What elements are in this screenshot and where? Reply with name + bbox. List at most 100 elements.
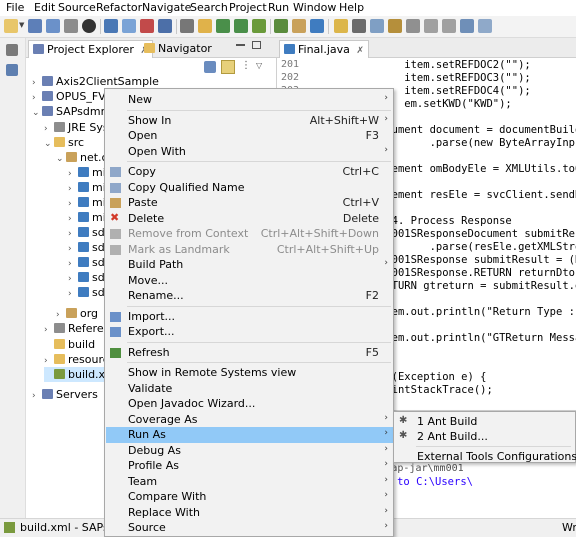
collapse-all-icon[interactable] — [204, 61, 216, 73]
expand-arrow-icon[interactable]: › — [32, 389, 42, 404]
print-icon[interactable] — [64, 19, 78, 33]
tree-item-java-file[interactable]: › sd — [68, 285, 105, 300]
tree-item-src[interactable]: ⌄ src — [44, 135, 84, 150]
menu-file[interactable]: File — [6, 1, 24, 14]
external-tools-icon[interactable] — [274, 19, 288, 33]
minimize-icon[interactable] — [236, 44, 245, 46]
chevron-down-icon[interactable]: ▼ — [19, 21, 24, 29]
menu-item-source[interactable]: Source › — [106, 520, 393, 536]
menu-item-import[interactable]: Import... — [106, 309, 393, 325]
tree-item-java-file[interactable]: › sd — [68, 270, 105, 285]
submenu-item-2-ant-build[interactable]: ✱ 2 Ant Build... — [395, 429, 576, 445]
save-all-icon[interactable] — [46, 19, 60, 33]
menu-item-rename[interactable]: Rename... F2 — [106, 288, 393, 304]
new-java-package-icon[interactable] — [292, 19, 306, 33]
menu-item-export[interactable]: Export... — [106, 324, 393, 340]
menu-item-build-path[interactable]: Build Path › — [106, 257, 393, 273]
perspective-icon[interactable] — [460, 19, 474, 33]
menu-item-open[interactable]: Open F3 — [106, 128, 393, 144]
expand-arrow-icon[interactable]: › — [44, 323, 54, 338]
tree-item-java-file[interactable]: › mi — [68, 210, 106, 225]
menu-item-paste[interactable]: Paste Ctrl+V — [106, 195, 393, 211]
collapse-arrow-icon[interactable]: ⌄ — [32, 106, 42, 121]
skip-breakpoints-icon[interactable] — [180, 19, 194, 33]
menu-item-copy-qualified-name[interactable]: Copy Qualified Name — [106, 180, 393, 196]
tree-item-servers[interactable]: › Servers — [32, 387, 98, 402]
expand-arrow-icon[interactable]: › — [68, 287, 78, 302]
step-icon[interactable] — [198, 19, 212, 33]
tree-item-build-folder[interactable]: build — [44, 337, 95, 352]
menu-item-replace-with[interactable]: Replace With › — [106, 505, 393, 521]
window-icon[interactable] — [122, 19, 136, 33]
forward-icon[interactable] — [442, 19, 456, 33]
maximize-icon[interactable] — [252, 41, 261, 49]
menu-item-coverage-as[interactable]: Coverage As › — [106, 412, 393, 428]
tree-item-net-package[interactable]: ⌄ net.cj — [56, 150, 111, 165]
menu-item-refresh[interactable]: Refresh F5 — [106, 345, 393, 361]
tab-project-explorer[interactable]: Project Explorer ✗ — [28, 40, 153, 58]
menu-run[interactable]: Run — [268, 1, 289, 14]
menu-help[interactable]: Help — [339, 1, 364, 14]
menu-item-validate[interactable]: Validate — [106, 381, 393, 397]
link-with-editor-icon[interactable] — [221, 60, 235, 74]
open-type-icon[interactable] — [334, 19, 348, 33]
tree-item-jre-system-library[interactable]: › JRE Syst — [44, 120, 113, 135]
submenu-item-1-ant-build[interactable]: ✱ 1 Ant Build — [395, 414, 576, 430]
view-menu-icon[interactable]: ⋮ — [241, 60, 251, 71]
menu-edit[interactable]: Edit — [34, 1, 55, 14]
tree-item-opus-fv[interactable]: › OPUS_FV — [32, 89, 106, 104]
menu-search[interactable]: Search — [190, 1, 228, 14]
tree-item-java-file[interactable]: › sd — [68, 240, 105, 255]
resume-icon[interactable] — [216, 19, 230, 33]
outline-view-icon[interactable] — [6, 64, 18, 76]
toggle-mark-icon[interactable] — [370, 19, 384, 33]
tree-item-axis2clientsample[interactable]: › Axis2ClientSample — [32, 74, 159, 89]
tree-item-sapsdmm[interactable]: ⌄ SAPsdmm — [32, 104, 111, 119]
back-icon[interactable] — [424, 19, 438, 33]
submenu-item-external-tools-configurations[interactable]: External Tools Configurations... — [395, 449, 576, 465]
tree-item-java-file[interactable]: › sd — [68, 255, 105, 270]
menu-navigate[interactable]: Navigate — [142, 1, 191, 14]
chevron-down-icon[interactable]: ▽ — [256, 61, 262, 70]
menu-item-delete[interactable]: ✖ Delete Delete — [106, 211, 393, 227]
menu-item-open-with[interactable]: Open With › — [106, 144, 393, 160]
restore-icon[interactable] — [6, 44, 18, 56]
menu-source[interactable]: Source — [58, 1, 96, 14]
menu-item-move[interactable]: Move... — [106, 273, 393, 289]
menu-item-debug-as[interactable]: Debug As › — [106, 443, 393, 459]
menu-item-open-javadoc-wizard[interactable]: Open Javadoc Wizard... — [106, 396, 393, 412]
menu-item-show-in[interactable]: Show In Alt+Shift+W › — [106, 113, 393, 129]
tree-item-java-file[interactable]: › sd — [68, 225, 105, 240]
tab-final-java[interactable]: Final.java ✗ — [279, 40, 369, 58]
menu-refactor[interactable]: Refactor — [96, 1, 142, 14]
terminal-icon[interactable] — [104, 19, 118, 33]
server-icon[interactable] — [158, 19, 172, 33]
menu-item-team[interactable]: Team › — [106, 474, 393, 490]
annotation-icon[interactable] — [388, 19, 402, 33]
collapse-arrow-icon[interactable]: ⌄ — [56, 152, 66, 167]
tree-item-java-file[interactable]: › mi — [68, 165, 106, 180]
tree-item-java-file[interactable]: › mi — [68, 180, 106, 195]
stop-icon[interactable] — [140, 19, 154, 33]
menu-window[interactable]: Window — [293, 1, 336, 14]
close-icon[interactable]: ✗ — [356, 46, 364, 56]
menu-item-profile-as[interactable]: Profile As › — [106, 458, 393, 474]
tab-navigator[interactable]: Navigator — [140, 40, 216, 58]
tree-item-referenced-libraries[interactable]: › Referen — [44, 321, 111, 336]
open-perspective-icon[interactable] — [478, 19, 492, 33]
menu-item-run-as[interactable]: Run As › — [106, 427, 393, 443]
debug-target-icon[interactable] — [82, 19, 96, 33]
menu-item-new[interactable]: New › — [106, 92, 393, 108]
run-icon[interactable] — [234, 19, 248, 33]
last-edit-icon[interactable] — [406, 19, 420, 33]
menu-item-compare-with[interactable]: Compare With › — [106, 489, 393, 505]
coverage-icon[interactable] — [252, 19, 266, 33]
tree-item-java-file[interactable]: › mi — [68, 195, 106, 210]
collapse-arrow-icon[interactable]: ⌄ — [44, 137, 54, 152]
save-icon[interactable] — [28, 19, 42, 33]
menu-item-copy[interactable]: Copy Ctrl+C — [106, 164, 393, 180]
tree-item-org-package[interactable]: › org — [56, 306, 98, 321]
search-icon[interactable] — [352, 19, 366, 33]
menu-item-show-in-remote-systems-view[interactable]: Show in Remote Systems view — [106, 365, 393, 381]
new-java-class-icon[interactable] — [310, 19, 324, 33]
